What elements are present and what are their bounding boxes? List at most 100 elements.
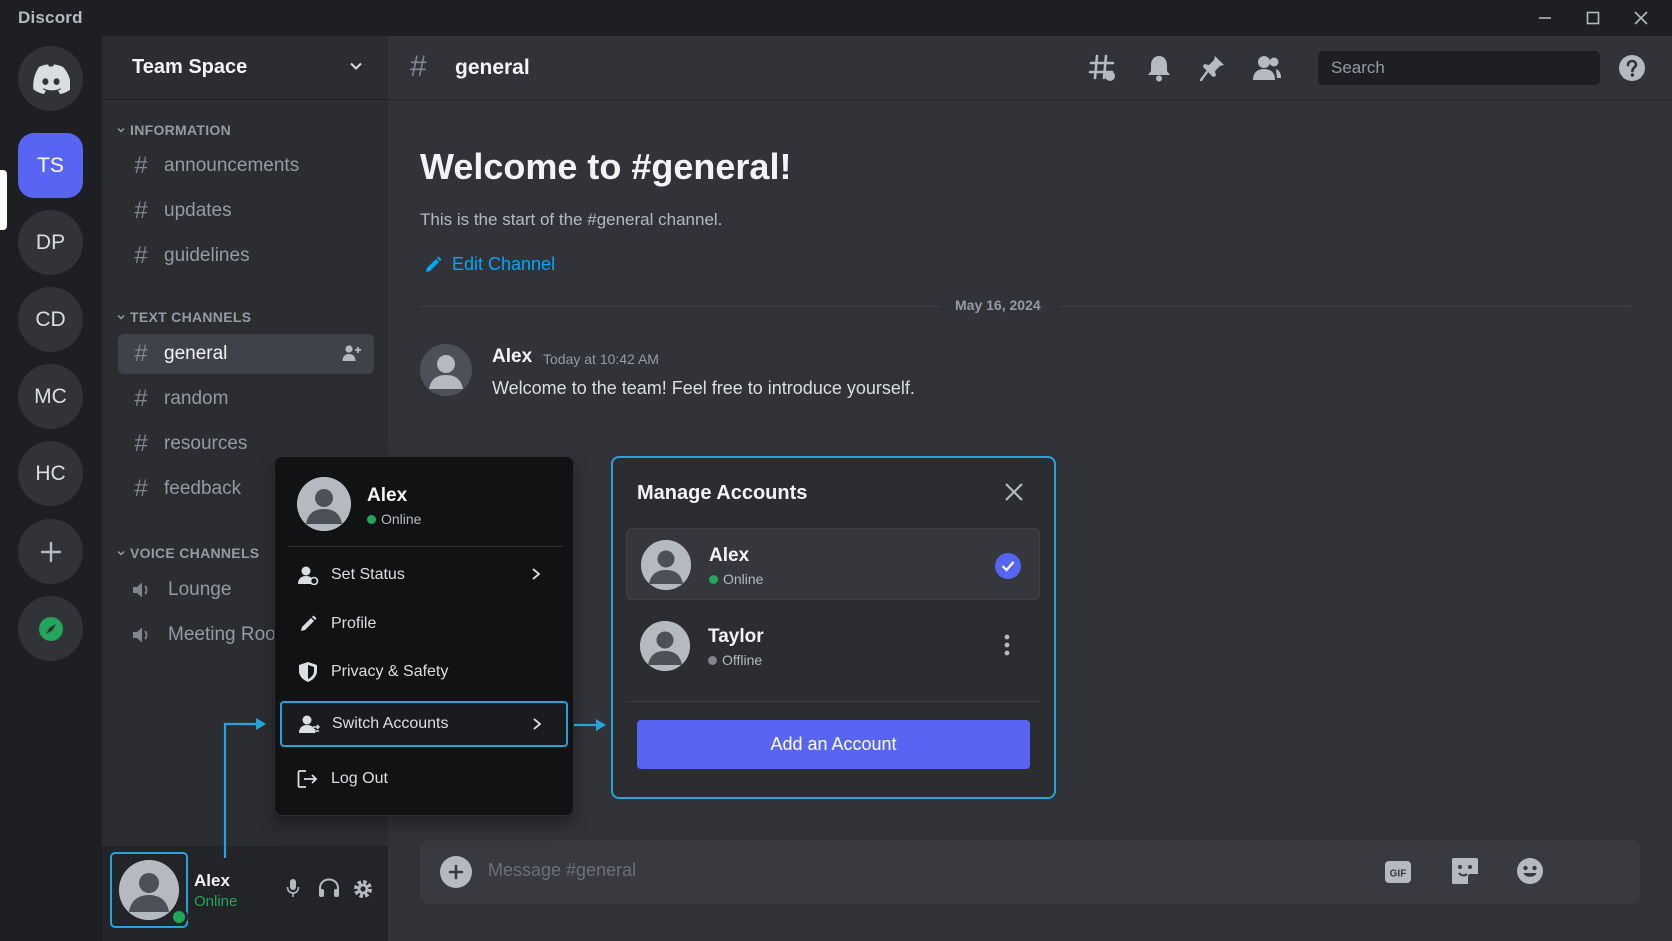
message-input[interactable]: Message #general [488,860,636,881]
menu-item-log-out[interactable]: Log Out [281,757,565,801]
menu-item-label: Set Status [331,566,405,583]
user-status-icon [297,565,319,585]
edit-channel-link[interactable]: Edit Channel [424,254,555,275]
plus-icon [448,864,464,880]
server-ts[interactable]: TS [18,133,83,198]
bell-icon[interactable] [1146,54,1172,82]
explore-servers-button[interactable] [18,596,83,661]
shield-icon [297,661,319,683]
online-status-dot [367,514,376,524]
hash-icon: # [134,242,148,269]
account-name: Taylor [708,626,764,647]
home-button[interactable] [18,46,83,111]
gif-label: GIF [1390,869,1407,880]
manage-accounts-dialog: Manage Accounts Alex Online Taylor Offli… [611,456,1056,799]
pencil-icon [426,256,442,272]
hash-icon: # [134,340,148,367]
menu-item-switch-accounts[interactable]: Switch Accounts [280,701,568,747]
menu-item-set-status[interactable]: Set Status [281,553,565,597]
channel-title: general [455,56,530,79]
add-server-button[interactable] [18,519,83,584]
channel-header: # general Search [388,36,1672,100]
welcome-title: Welcome to #general! [420,146,792,187]
channel-guidelines[interactable]: # guidelines [118,236,374,276]
account-status: Online [709,571,763,587]
channel-label: random [164,388,229,409]
divider [626,701,1040,702]
category-information[interactable]: INFORMATION [116,122,231,138]
menu-item-profile[interactable]: Profile [281,602,565,646]
date-label: May 16, 2024 [955,297,1041,313]
add-member-icon[interactable] [342,344,362,362]
account-status: Offline [708,652,762,668]
minimize-button[interactable] [1530,6,1560,30]
account-row-taylor[interactable]: Taylor Offline [626,610,1040,682]
user-avatar-button[interactable] [110,852,188,928]
add-account-button[interactable]: Add an Account [637,720,1030,769]
chevron-right-icon [533,718,542,730]
attach-button[interactable] [440,856,472,888]
arrow-right-icon [574,719,606,731]
date-divider: May 16, 2024 [420,296,1630,316]
divider [287,546,563,547]
category-label: VOICE CHANNELS [130,545,260,561]
online-status-dot [709,574,718,584]
status-label: Online [381,511,422,527]
close-window-button[interactable] [1626,6,1656,30]
avatar[interactable] [420,344,472,396]
headphones-icon[interactable] [318,878,340,898]
category-voice-channels[interactable]: VOICE CHANNELS [116,545,259,561]
close-icon [1634,11,1648,25]
server-rail: TS DP CD MC HC [0,36,102,941]
message-timestamp: Today at 10:42 AM [543,351,659,367]
welcome-subtitle: This is the start of the #general channe… [420,210,723,229]
sticker-icon[interactable] [1450,856,1480,886]
gif-icon: GIF [1385,861,1411,883]
channel-updates[interactable]: # updates [118,191,374,231]
channel-label: general [164,343,228,364]
hash-icon: # [134,385,148,412]
avatar [297,477,351,531]
server-mc[interactable]: MC [18,364,83,429]
active-server-indicator [0,170,7,230]
discord-logo-icon [32,63,70,94]
channel-announcements[interactable]: # announcements [118,146,374,186]
server-header[interactable]: Team Space [102,36,388,100]
menu-item-label: Profile [331,615,377,632]
more-options-icon[interactable] [1004,634,1010,656]
member-list-icon[interactable] [1252,54,1282,82]
threads-icon[interactable] [1088,54,1116,82]
pin-icon[interactable] [1200,54,1226,82]
user-panel: Alex Online [102,846,388,941]
gear-icon[interactable] [352,878,374,900]
category-label: TEXT CHANNELS [130,309,252,325]
log-out-icon [297,769,319,789]
server-hc[interactable]: HC [18,441,83,506]
online-status-dot [170,908,188,926]
maximize-button[interactable] [1578,6,1608,30]
discord-app: Discord TS DP CD MC HC Team Space INFORM… [0,0,1672,941]
chevron-down-icon [350,62,362,70]
server-dp[interactable]: DP [18,210,83,275]
edit-channel-label: Edit Channel [452,254,556,274]
account-row-alex[interactable]: Alex Online [626,528,1040,600]
category-text-channels[interactable]: TEXT CHANNELS [116,309,251,325]
avatar [640,621,690,671]
check-icon [995,553,1021,579]
channel-random[interactable]: # random [118,379,374,419]
chevron-right-icon [532,568,541,580]
message-author[interactable]: Alex [492,346,532,368]
server-cd[interactable]: CD [18,287,83,352]
message-composer: Message #general GIF [420,840,1640,904]
status-label: Online [723,571,764,587]
menu-item-privacy-safety[interactable]: Privacy & Safety [281,650,565,694]
search-input[interactable]: Search [1318,51,1600,85]
channel-general[interactable]: # general [118,334,374,374]
gif-button[interactable]: GIF [1384,860,1412,889]
microphone-icon[interactable] [286,878,300,898]
emoji-icon[interactable] [1516,857,1544,885]
close-icon[interactable] [1004,482,1024,502]
chevron-down-icon [117,314,125,320]
account-name: Alex [367,485,408,506]
help-icon[interactable] [1618,54,1646,82]
